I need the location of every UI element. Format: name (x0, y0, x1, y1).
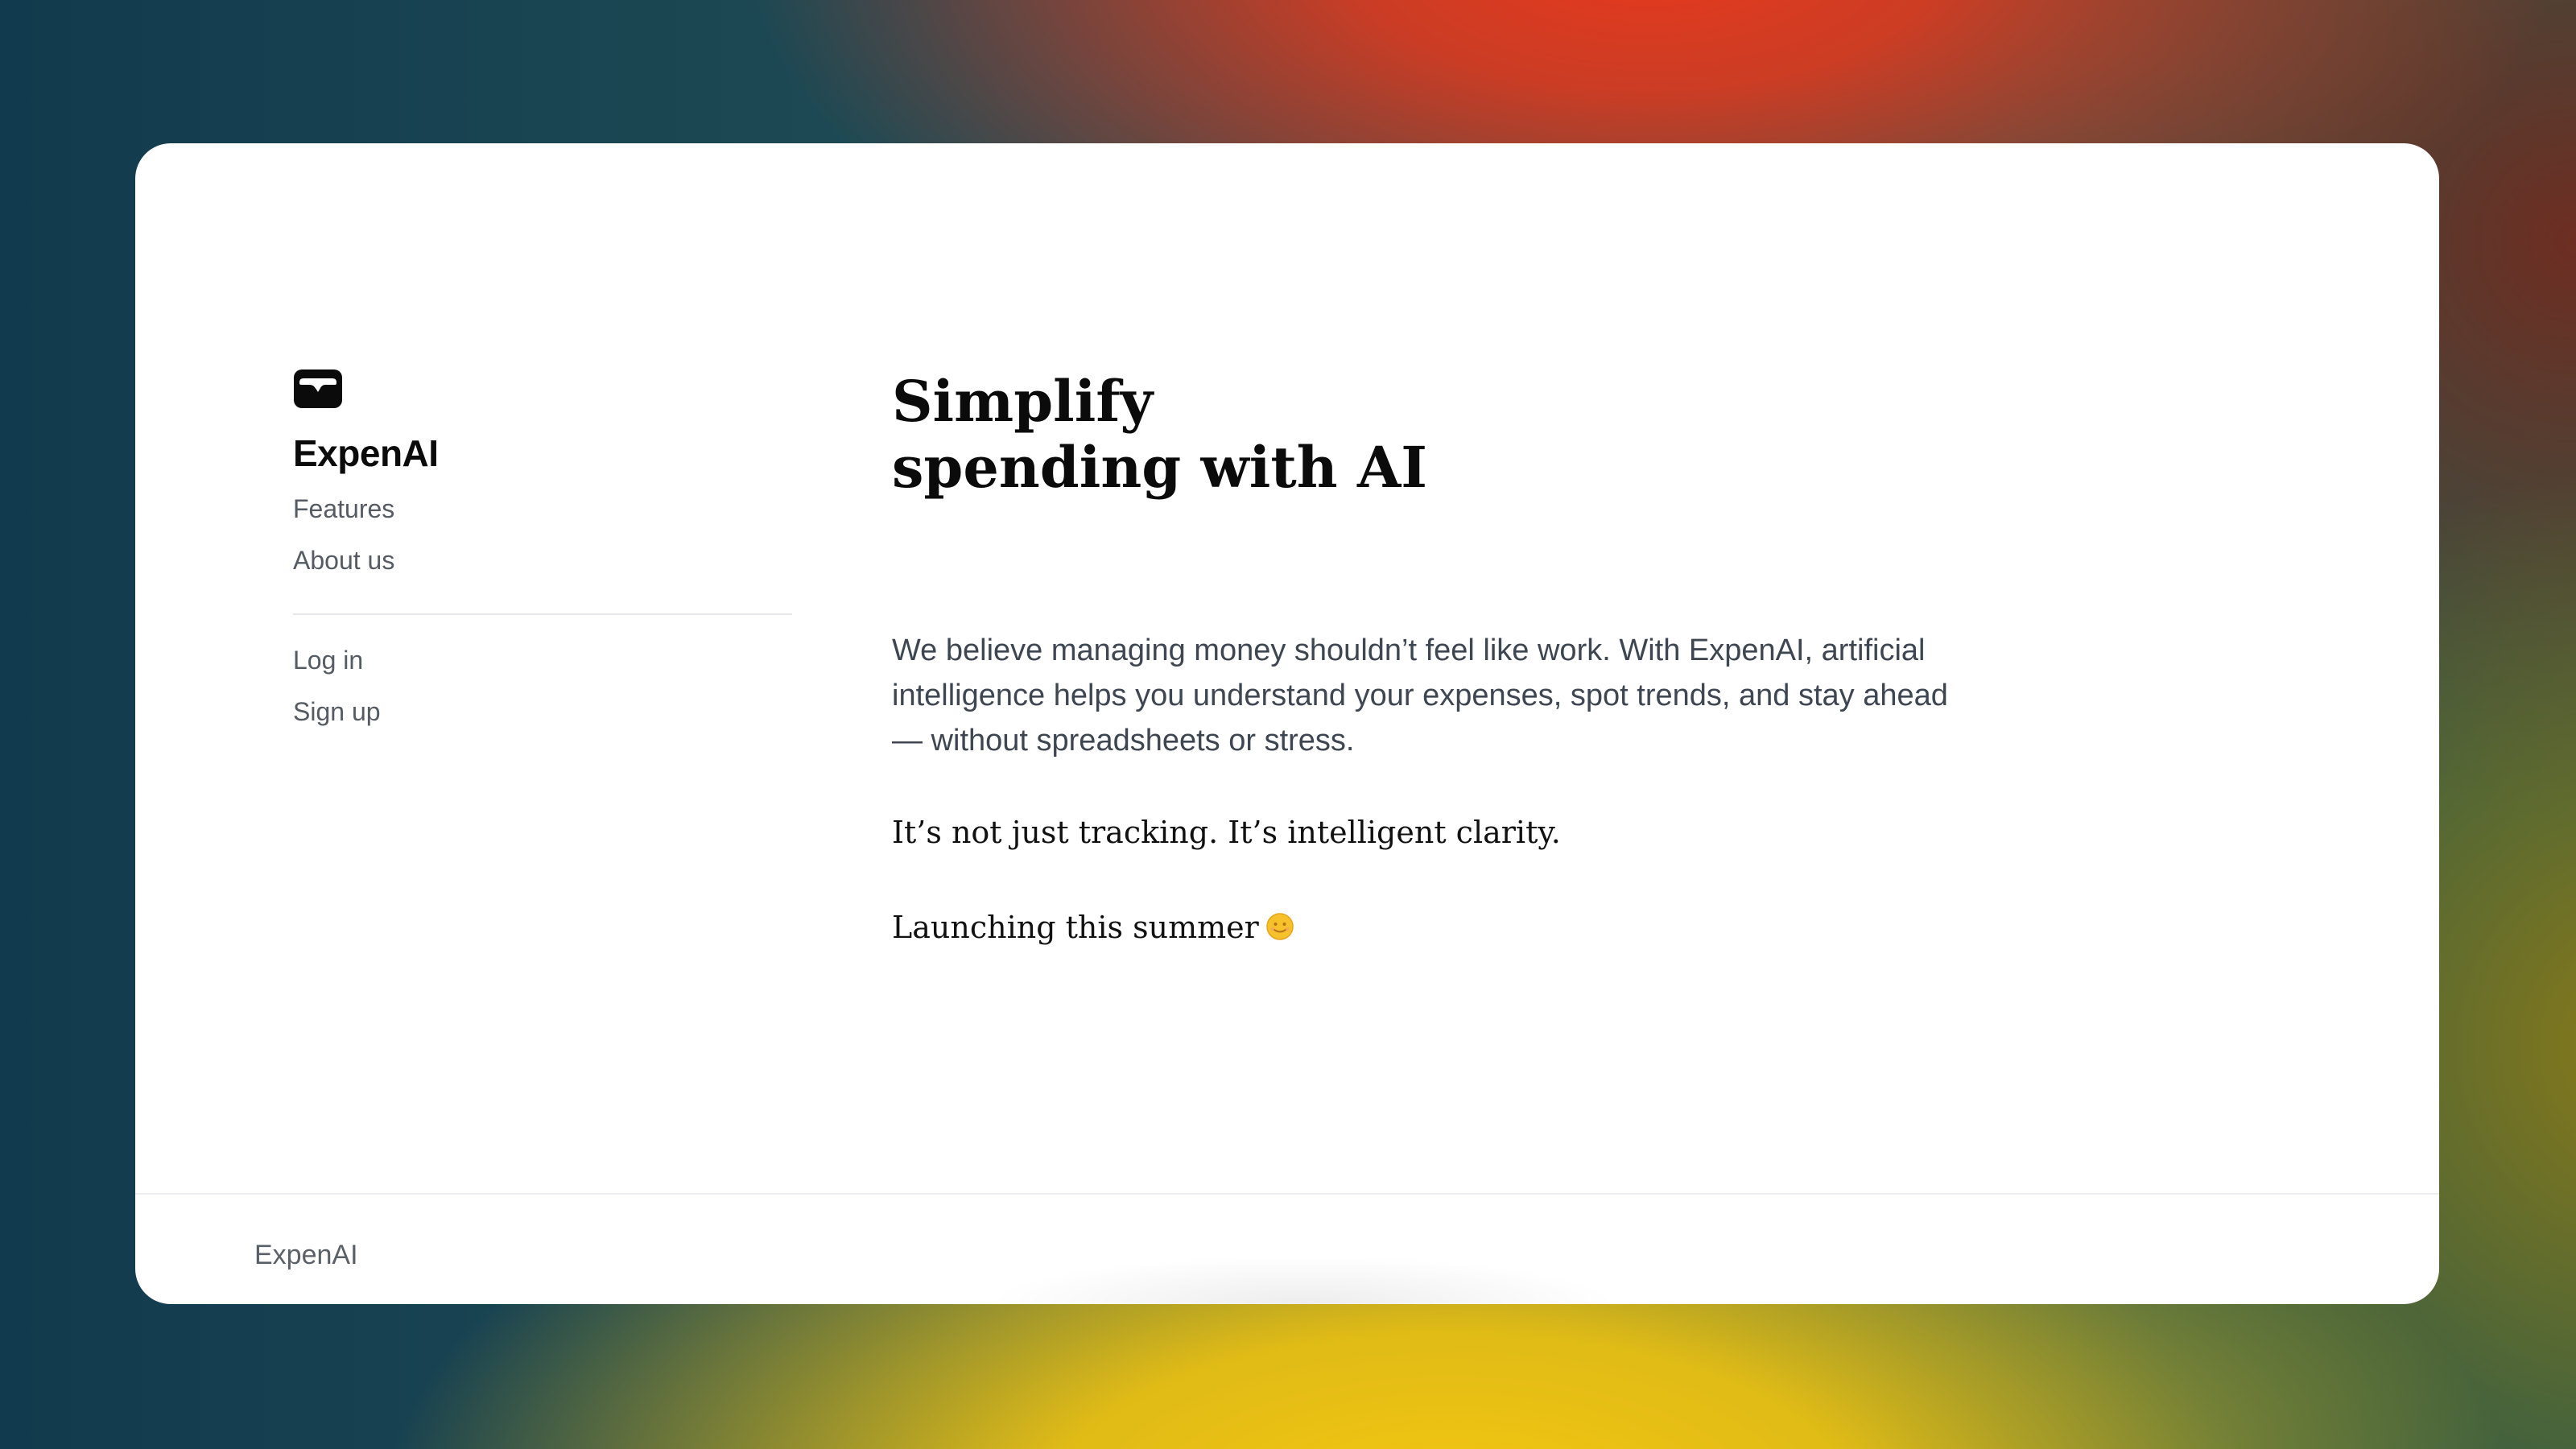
account-nav: Log in Sign up (293, 634, 792, 737)
intro-paragraph: We believe managing money shouldn’t feel… (892, 634, 1948, 758)
sun-face-icon (1266, 913, 1294, 940)
brand-name[interactable]: ExpenAI (293, 431, 792, 475)
hero-section: Simplify spending with AI We believe man… (892, 369, 2035, 950)
tagline: It’s not just tracking. It’s intelligent… (892, 815, 1561, 850)
sidebar-divider (293, 613, 792, 615)
footer: ExpenAI (135, 1193, 2439, 1304)
headline-line-1: Simplify (892, 368, 1154, 435)
launch-announcement: Launching this summer (892, 905, 2035, 950)
headline-line-2: spending with AI (892, 434, 1428, 501)
footer-brand[interactable]: ExpenAI (254, 1240, 358, 1271)
footer-shadow (989, 1256, 1616, 1304)
nav-link-features[interactable]: Features (293, 483, 792, 535)
sidebar: ExpenAI Features About us Log in Sign up (293, 369, 792, 737)
primary-nav: Features About us (293, 483, 792, 586)
nav-link-about-us[interactable]: About us (293, 535, 792, 586)
log-in-link[interactable]: Log in (293, 634, 792, 686)
main-card: ExpenAI Features About us Log in Sign up… (135, 143, 2439, 1304)
page-title: Simplify spending with AI (892, 369, 2035, 501)
launch-text: Launching this summer (892, 910, 1259, 945)
sign-up-link[interactable]: Sign up (293, 686, 792, 737)
wallet-icon[interactable] (293, 369, 343, 409)
